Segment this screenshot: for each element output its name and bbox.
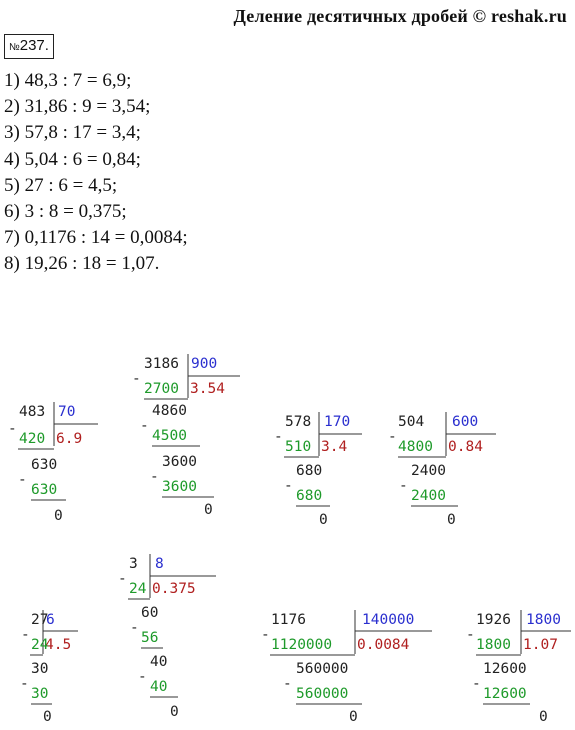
partial-1: 60 [141,605,158,621]
subtrahend-2: 680 [296,488,322,504]
division-6: 3 8 0.375 - 24 60 - 56 40 - 40 0 [118,554,216,720]
quotient: 0.375 [152,581,196,597]
remainder: 0 [447,512,456,528]
minus-sign: - [118,571,127,587]
subtrahend-3: 40 [150,679,167,695]
subtrahend-1: 510 [285,439,311,455]
subtrahend-1: 2700 [144,381,179,397]
minus-sign: - [284,478,293,494]
quotient: 6.9 [56,431,82,447]
remainder: 0 [170,704,179,720]
divisor: 900 [191,356,217,372]
quotient: 3.4 [321,439,347,455]
minus-sign: - [274,429,283,445]
division-7: 1176 140000 0.0084 - 1120000 560000 - 56… [261,610,432,725]
divisor: 8 [155,556,164,572]
minus-sign: - [140,418,149,434]
remainder: 0 [204,502,213,518]
subtrahend-2: 30 [31,686,48,702]
divisor: 600 [452,414,478,430]
minus-sign: - [18,472,27,488]
division-4: 504 600 0.84 - 4800 2400 - 2400 0 [388,412,496,528]
divisor: 140000 [362,612,414,628]
minus-sign: - [466,627,475,643]
minus-sign: - [21,627,30,643]
subtrahend-2: 56 [141,630,158,646]
minus-sign: - [472,676,481,692]
quotient: 3.54 [190,381,225,397]
quotient: 1.07 [523,637,558,653]
partial-1: 560000 [296,661,348,677]
minus-sign: - [150,469,159,485]
subtrahend-1: 4800 [398,439,433,455]
partial-1: 30 [31,661,48,677]
dividend: 483 [19,404,45,420]
remainder: 0 [349,709,358,725]
minus-sign: - [388,429,397,445]
remainder: 0 [54,508,63,524]
subtrahend-2: 12600 [483,686,527,702]
dividend: 1176 [271,612,306,628]
division-8: 1926 1800 1.07 - 1800 12600 - 12600 0 [466,610,571,725]
dividend: 3186 [144,356,179,372]
minus-sign: - [132,371,141,387]
subtrahend-1: 24 [129,581,147,597]
division-2: 3186 900 3.54 - 2700 4860 - 4500 3600 - … [132,354,240,518]
minus-sign: - [20,676,29,692]
division-1: 483 70 6.9 - 420 630 - 630 0 [8,402,98,524]
remainder: 0 [43,709,52,725]
quotient: 0.0084 [357,637,410,653]
subtrahend-2: 4500 [152,428,187,444]
subtrahend-1: 420 [19,431,45,447]
subtrahend-1: 1120000 [271,637,332,653]
dividend: 504 [398,414,424,430]
subtrahend-2: 560000 [296,686,348,702]
subtrahend-2: 2400 [411,488,446,504]
subtrahend-2: 630 [31,482,57,498]
divisor: 6 [46,612,55,628]
partial-2: 3600 [162,454,197,470]
quotient: 0.84 [448,439,483,455]
divisor: 70 [58,404,75,420]
subtrahend-1: 1800 [476,637,511,653]
subtrahend-3: 3600 [162,479,197,495]
division-3: 578 170 3.4 - 510 680 - 680 0 [274,412,362,528]
dividend: 3 [129,556,138,572]
partial-1: 630 [31,457,57,473]
subtrahend-1: 24 [31,637,49,653]
quotient: 4.5 [45,637,71,653]
dividend: 578 [285,414,311,430]
minus-sign: - [399,478,408,494]
minus-sign: - [130,620,139,636]
remainder: 0 [539,709,548,725]
minus-sign: - [283,676,292,692]
division-5: 27 6 4.5 - 24 30 - 30 0 [20,610,78,725]
minus-sign: - [261,627,270,643]
divisor: 170 [324,414,350,430]
remainder: 0 [319,512,328,528]
partial-1: 12600 [483,661,527,677]
minus-sign: - [138,669,147,685]
partial-1: 2400 [411,463,446,479]
divisor: 1800 [526,612,561,628]
partial-1: 680 [296,463,322,479]
partial-1: 4860 [152,403,187,419]
long-division-workings: 483 70 6.9 - 420 630 - 630 0 3186 900 3.… [8,354,571,725]
partial-2: 40 [150,654,167,670]
minus-sign: - [8,421,17,437]
dividend: 1926 [476,612,511,628]
